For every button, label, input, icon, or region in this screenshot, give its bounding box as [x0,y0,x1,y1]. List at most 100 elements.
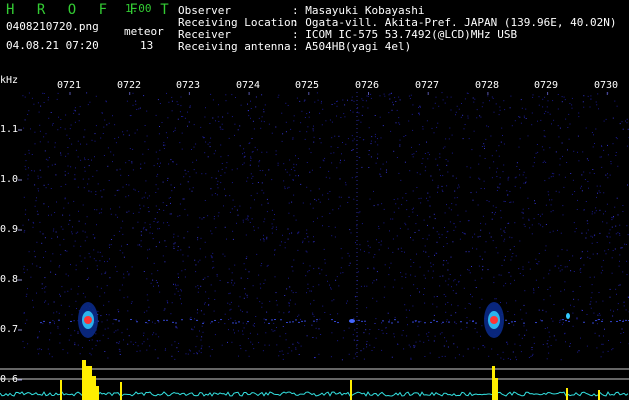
carrier-dot [394,319,396,321]
carrier-dot [334,321,336,323]
carrier-dot [592,322,594,324]
time-tick-0723: 0723 [176,80,201,91]
carrier-dot [190,319,192,321]
carrier-dot [220,319,222,321]
carrier-dot [535,322,537,324]
freq-tick-0.7: 0.7 [0,324,19,335]
carrier-dot [58,319,60,321]
carrier-dot [280,319,282,321]
carrier-dot [415,320,417,322]
meteor-label: meteor [124,25,164,38]
level-spike-0729 [566,388,568,400]
carrier-dot [136,321,138,323]
carrier-dot [292,321,294,323]
time-tick-0726: 0726 [355,80,380,91]
datetime: 04.08.21 07:20 [6,39,99,52]
carrier-dot [271,319,273,321]
freq-tick-0.9: 0.9 [0,224,19,235]
meteor-echo-0721-core [84,316,92,324]
level-spike-0721c [92,376,96,400]
time-tick-0730: 0730 [594,80,619,91]
carrier-dot [304,320,306,322]
app-version: 1.00 [125,2,152,15]
carrier-dot [211,321,213,323]
carrier-dot [430,321,432,323]
carrier-dot [70,320,72,322]
carrier-dot [508,322,510,324]
carrier-dot [166,319,168,321]
carrier-dot [610,321,612,323]
carrier-dot [601,320,603,322]
time-tick-0722: 0722 [117,80,142,91]
carrier-dot [130,319,132,321]
carrier-dot [295,319,297,321]
carrier-dot [460,321,462,323]
carrier-dot [541,320,543,322]
carrier-dot [238,321,240,323]
carrier-dot [625,319,627,321]
carrier-dot [214,319,216,321]
carrier-dot [235,322,237,324]
carrier-dot [514,321,516,323]
carrier-dot [388,321,390,323]
carrier-dot [424,322,426,324]
level-spike-0720 [60,380,62,400]
carrier-dot [331,319,333,321]
carrier-dot [274,319,276,321]
level-spike-0722 [120,382,122,400]
carrier-dot [358,319,360,321]
carrier-dot [364,320,366,322]
carrier-dot [616,320,618,322]
meteor-count: 13 [140,39,154,52]
carrier-dot [382,320,384,322]
carrier-dot [523,322,525,324]
level-spike-0721b [86,366,92,400]
time-tick-0729: 0729 [534,80,559,91]
hroft-screen: H R O F F T 1.00 0408210720.png meteor 0… [0,0,629,400]
carrier-dot [196,319,198,321]
spectrogram-canvas [0,92,629,400]
time-tick-0727: 0727 [415,80,440,91]
time-tick-0724: 0724 [236,80,261,91]
carrier-dot [475,322,477,324]
carrier-dot [313,320,315,322]
level-spike-0721a [82,360,86,400]
carrier-dot [565,320,567,322]
level-spike-0730 [598,390,600,400]
carrier-dot [43,320,45,322]
small-echo [566,313,570,319]
carrier-dot [175,322,177,324]
carrier-dot [583,321,585,323]
carrier-dot [448,321,450,323]
carrier-dot [316,319,318,321]
carrier-dot [157,320,159,322]
carrier-dot [505,319,507,321]
carrier-dot [115,319,117,321]
carrier-dot [301,320,303,322]
carrier-dot [118,320,120,322]
carrier-dot [247,321,249,323]
file-name: 0408210720.png [6,20,99,33]
carrier-dot [418,321,420,323]
carrier-dot [49,321,51,323]
freq-unit-label: kHz [0,75,19,86]
antenna-label: Receiving antenna [178,40,291,53]
location-label: Receiving Location [178,16,298,29]
noise-layer [22,92,629,361]
small-echo-2 [349,319,355,323]
carrier-dot [361,320,363,322]
carrier-dot [145,322,147,324]
carrier-dot [202,322,204,324]
observer-label: Observer [178,4,231,17]
carrier-dot [298,321,300,323]
carrier-dot [268,322,270,324]
freq-tick-1.0: 1.0 [0,174,19,185]
receiver-label: Receiver [178,28,231,41]
receiver-value: : ICOM IC-575 53.7492(@LCD)MHz USB [292,28,518,41]
carrier-dot [391,322,393,324]
time-tick-0721: 0721 [57,80,82,91]
carrier-dot [562,319,564,321]
carrier-dot [181,319,183,321]
time-tick-0728: 0728 [475,80,500,91]
level-spike-0728a [492,366,495,400]
